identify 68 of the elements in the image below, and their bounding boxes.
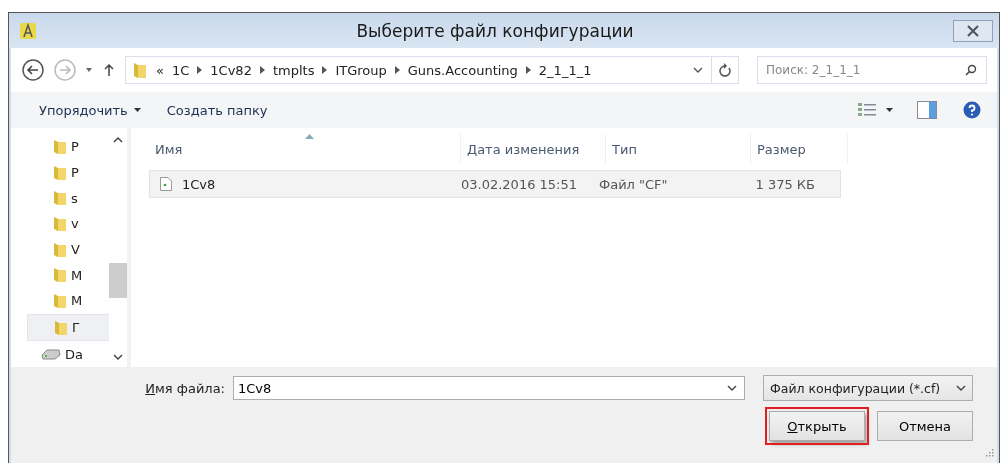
view-list-icon[interactable] <box>858 103 876 117</box>
search-icon <box>965 64 977 76</box>
preview-pane-icon[interactable] <box>917 101 937 119</box>
breadcrumb-item[interactable]: ITGroup <box>335 62 387 78</box>
folder-icon <box>53 267 67 284</box>
folder-icon <box>54 319 68 336</box>
toolbar-button[interactable]: Создать папку <box>158 98 276 122</box>
file-name-field[interactable]: 1Cv8 <box>233 376 745 400</box>
drive-icon <box>41 348 61 361</box>
scroll-thumb[interactable] <box>109 263 127 298</box>
search-field[interactable]: Поиск: 2_1_1_1 <box>757 56 987 84</box>
table-cell-text: 03.02.2016 15:51 <box>460 176 579 192</box>
nav-item[interactable]: Da <box>27 341 109 367</box>
column-header[interactable]: Имя <box>149 134 461 164</box>
help-icon[interactable] <box>963 101 981 119</box>
chevron-icon <box>259 66 265 74</box>
address-bar[interactable]: « 1C 1Cv82 tmplts ITGroup Guns.Accounting 2_1_1_1 <box>125 56 739 84</box>
folder-icon <box>53 190 67 207</box>
resize-grip-icon[interactable] <box>986 449 994 457</box>
nav-item[interactable]: P <box>27 159 109 186</box>
table-cell-text: Файл "CF" <box>598 176 669 192</box>
sort-arrow-icon <box>304 134 314 139</box>
chevron-icon <box>322 66 328 74</box>
folder-icon <box>53 138 67 155</box>
caret-icon <box>133 107 141 113</box>
folder-icon <box>53 164 67 181</box>
file-name: 1Cv8 <box>182 176 216 192</box>
file-row[interactable]: 1Cv8 03.02.2016 15:51 Файл "CF" 1 375 КБ <box>149 170 841 198</box>
nav-item[interactable]: M <box>27 262 109 289</box>
breadcrumb-item[interactable]: 1C <box>171 62 190 78</box>
caret-icon[interactable] <box>886 107 893 113</box>
column-header[interactable]: Размер <box>751 134 848 164</box>
folder-icon <box>132 61 148 79</box>
breadcrumb-item[interactable]: tmplts <box>272 62 315 78</box>
window-title: Выберите файл конфигурации <box>355 20 635 41</box>
nav-item[interactable]: M <box>27 288 109 314</box>
file-icon <box>160 177 172 191</box>
file-type-dropdown[interactable]: Файл конфигурации (*.cf) <box>763 375 973 401</box>
folder-icon <box>53 292 67 309</box>
dropdown-caret-icon[interactable] <box>85 67 93 73</box>
nav-item[interactable]: Г <box>27 313 109 342</box>
breadcrumb-item[interactable]: 1Cv82 <box>210 62 252 78</box>
nav-item[interactable]: P <box>27 134 109 160</box>
scroll-up-icon[interactable] <box>113 136 123 143</box>
folder-icon <box>53 241 67 258</box>
close-icon <box>966 24 980 37</box>
up-arrow-icon[interactable] <box>103 63 115 77</box>
scroll-down-icon[interactable] <box>113 354 123 361</box>
breadcrumb-item[interactable]: Guns.Accounting <box>407 62 518 78</box>
chevron-icon <box>197 66 203 74</box>
dialog-button[interactable]: Отмена <box>877 411 973 441</box>
chevron-icon <box>525 66 531 74</box>
nav-item[interactable]: V <box>27 236 109 263</box>
refresh-icon <box>718 62 732 78</box>
column-header[interactable]: Дата изменения <box>461 134 606 164</box>
table-cell-text: 1 375 КБ <box>754 176 816 192</box>
column-header[interactable]: Тип <box>606 134 751 164</box>
breadcrumb-overflow[interactable]: « <box>156 62 164 78</box>
back-icon[interactable] <box>21 58 45 82</box>
chevron-icon <box>394 66 400 74</box>
toolbar-button[interactable]: Упорядочить <box>31 98 149 122</box>
folder-icon <box>53 215 67 232</box>
nav-item[interactable]: s <box>27 185 109 211</box>
breadcrumb-item[interactable]: 2_1_1_1 <box>538 62 592 78</box>
app-icon <box>19 21 37 40</box>
close-button[interactable] <box>953 19 993 42</box>
file-name-label: Имя файла: <box>145 380 225 396</box>
nav-item[interactable]: v <box>27 211 109 237</box>
